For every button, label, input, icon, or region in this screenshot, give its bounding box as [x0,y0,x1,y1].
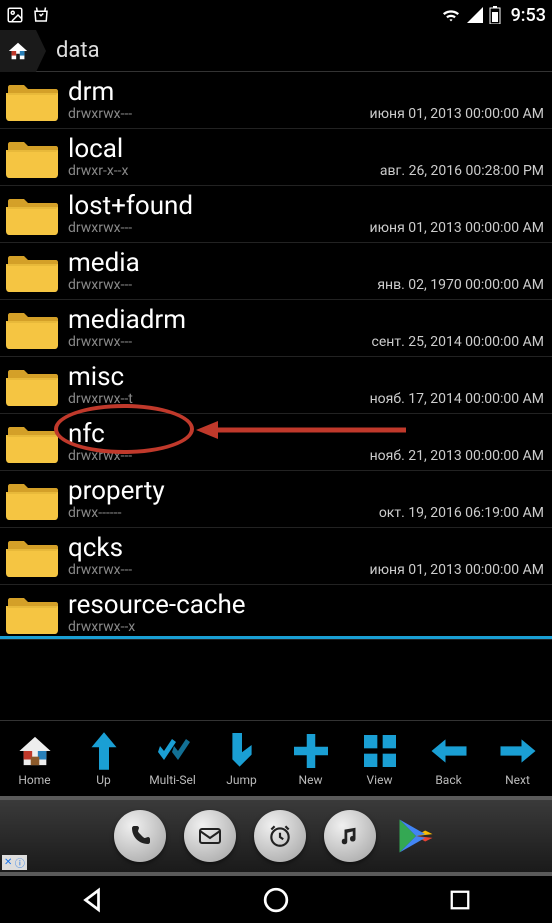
breadcrumb-home[interactable] [0,30,36,72]
nav-recent-button[interactable] [425,880,495,920]
back-arrow-icon [431,731,467,771]
toolbar-label: View [367,773,393,787]
file-permissions: drwxrwx--t [68,391,133,407]
android-nav-bar [0,876,552,923]
file-permissions: drwxrwx--- [68,220,132,236]
clock-time: 9:53 [511,5,546,26]
file-permissions: drwx------ [68,505,121,521]
file-row[interactable]: misc drwxrwx--t нояб. 17, 2014 00:00:00 … [0,357,552,414]
file-date: июня 01, 2013 00:00:00 AM [370,562,544,578]
file-date: июня 01, 2013 00:00:00 AM [370,220,544,236]
grid-icon [364,731,396,771]
folder-icon [4,418,60,466]
file-row[interactable]: local drwxr-x--x авг. 26, 2016 00:28:00 … [0,129,552,186]
file-permissions: drwxrwx--- [68,562,132,578]
toolbar-label: Multi-Sel [149,773,196,787]
ad-play-store-icon [394,814,438,858]
breadcrumb: data [0,30,552,72]
wifi-icon [441,7,461,23]
new-button[interactable]: New [276,721,345,796]
back-button[interactable]: Back [414,721,483,796]
next-arrow-icon [500,731,536,771]
file-row[interactable]: lost+found drwxrwx--- июня 01, 2013 00:0… [0,186,552,243]
folder-icon [4,133,60,181]
ad-banner[interactable]: ✕ ⓘ [0,796,552,876]
file-name: lost+found [68,192,544,221]
file-permissions: drwxrwx--x [68,619,135,635]
file-permissions: drwxrwx--- [68,106,132,122]
jump-icon [227,731,257,771]
multi-select-button[interactable]: Multi-Sel [138,721,207,796]
toolbar-label: Back [435,773,461,787]
jump-button[interactable]: Jump [207,721,276,796]
ad-clock-icon [254,810,306,862]
ad-phone-icon [114,810,166,862]
file-permissions: drwxrwx--- [68,334,132,350]
scroll-indicator [0,636,552,639]
folder-icon [4,190,60,238]
battery-icon [489,6,501,24]
file-name: resource-cache [68,591,544,620]
home-button[interactable]: Home [0,721,69,796]
file-row[interactable]: drm drwxrwx--- июня 01, 2013 00:00:00 AM [0,72,552,129]
file-permissions: drwxrwx--- [68,448,132,464]
ad-music-icon [324,810,376,862]
file-date: окт. 19, 2016 06:19:00 AM [379,505,544,521]
folder-icon [4,76,60,124]
file-date: нояб. 21, 2013 00:00:00 AM [370,448,544,464]
file-permissions: drwxrwx--- [68,277,132,293]
file-name: misc [68,363,544,392]
home-icon [18,731,52,771]
file-name: mediadrm [68,306,544,335]
shop-icon [32,6,50,24]
signal-icon [467,7,483,23]
up-arrow-icon [89,731,119,771]
file-name: qcks [68,534,544,563]
toolbar-label: Jump [226,773,257,787]
up-button[interactable]: Up [69,721,138,796]
ad-badge[interactable]: ✕ ⓘ [2,855,27,870]
plus-icon [294,731,328,771]
status-bar: 9:53 [0,0,552,30]
file-date: нояб. 17, 2014 00:00:00 AM [370,391,544,407]
toolbar: Home Up Multi-Sel Jump New View Back [0,720,552,796]
file-name: drm [68,78,544,107]
file-list: drm drwxrwx--- июня 01, 2013 00:00:00 AM… [0,72,552,720]
file-name: nfc [68,420,544,449]
file-name: media [68,249,544,278]
file-row[interactable]: mediadrm drwxrwx--- сент. 25, 2014 00:00… [0,300,552,357]
toolbar-label: New [299,773,323,787]
toolbar-label: Up [96,773,111,787]
toolbar-label: Home [18,773,50,787]
file-date: авг. 26, 2016 00:28:00 PM [380,163,544,179]
file-name: property [68,477,544,506]
image-icon [6,6,24,24]
nav-back-button[interactable] [57,880,127,920]
file-date: сент. 25, 2014 00:00:00 AM [372,334,544,350]
folder-icon [4,304,60,352]
toolbar-label: Next [505,773,530,787]
file-row[interactable]: media drwxrwx--- янв. 02, 1970 00:00:00 … [0,243,552,300]
file-name: local [68,135,544,164]
file-row[interactable]: nfc drwxrwx--- нояб. 21, 2013 00:00:00 A… [0,414,552,471]
file-date: янв. 02, 1970 00:00:00 AM [377,277,544,293]
multi-check-icon [154,731,192,771]
folder-icon [4,361,60,409]
ad-mail-icon [184,810,236,862]
folder-icon [4,475,60,523]
folder-icon [4,589,60,637]
file-row[interactable]: qcks drwxrwx--- июня 01, 2013 00:00:00 A… [0,528,552,585]
file-date: июня 01, 2013 00:00:00 AM [370,106,544,122]
next-button[interactable]: Next [483,721,552,796]
file-permissions: drwxr-x--x [68,163,128,179]
file-row[interactable]: property drwx------ окт. 19, 2016 06:19:… [0,471,552,528]
folder-icon [4,532,60,580]
view-button[interactable]: View [345,721,414,796]
nav-home-button[interactable] [241,880,311,920]
folder-icon [4,247,60,295]
file-row[interactable]: resource-cache drwxrwx--x [0,585,552,640]
